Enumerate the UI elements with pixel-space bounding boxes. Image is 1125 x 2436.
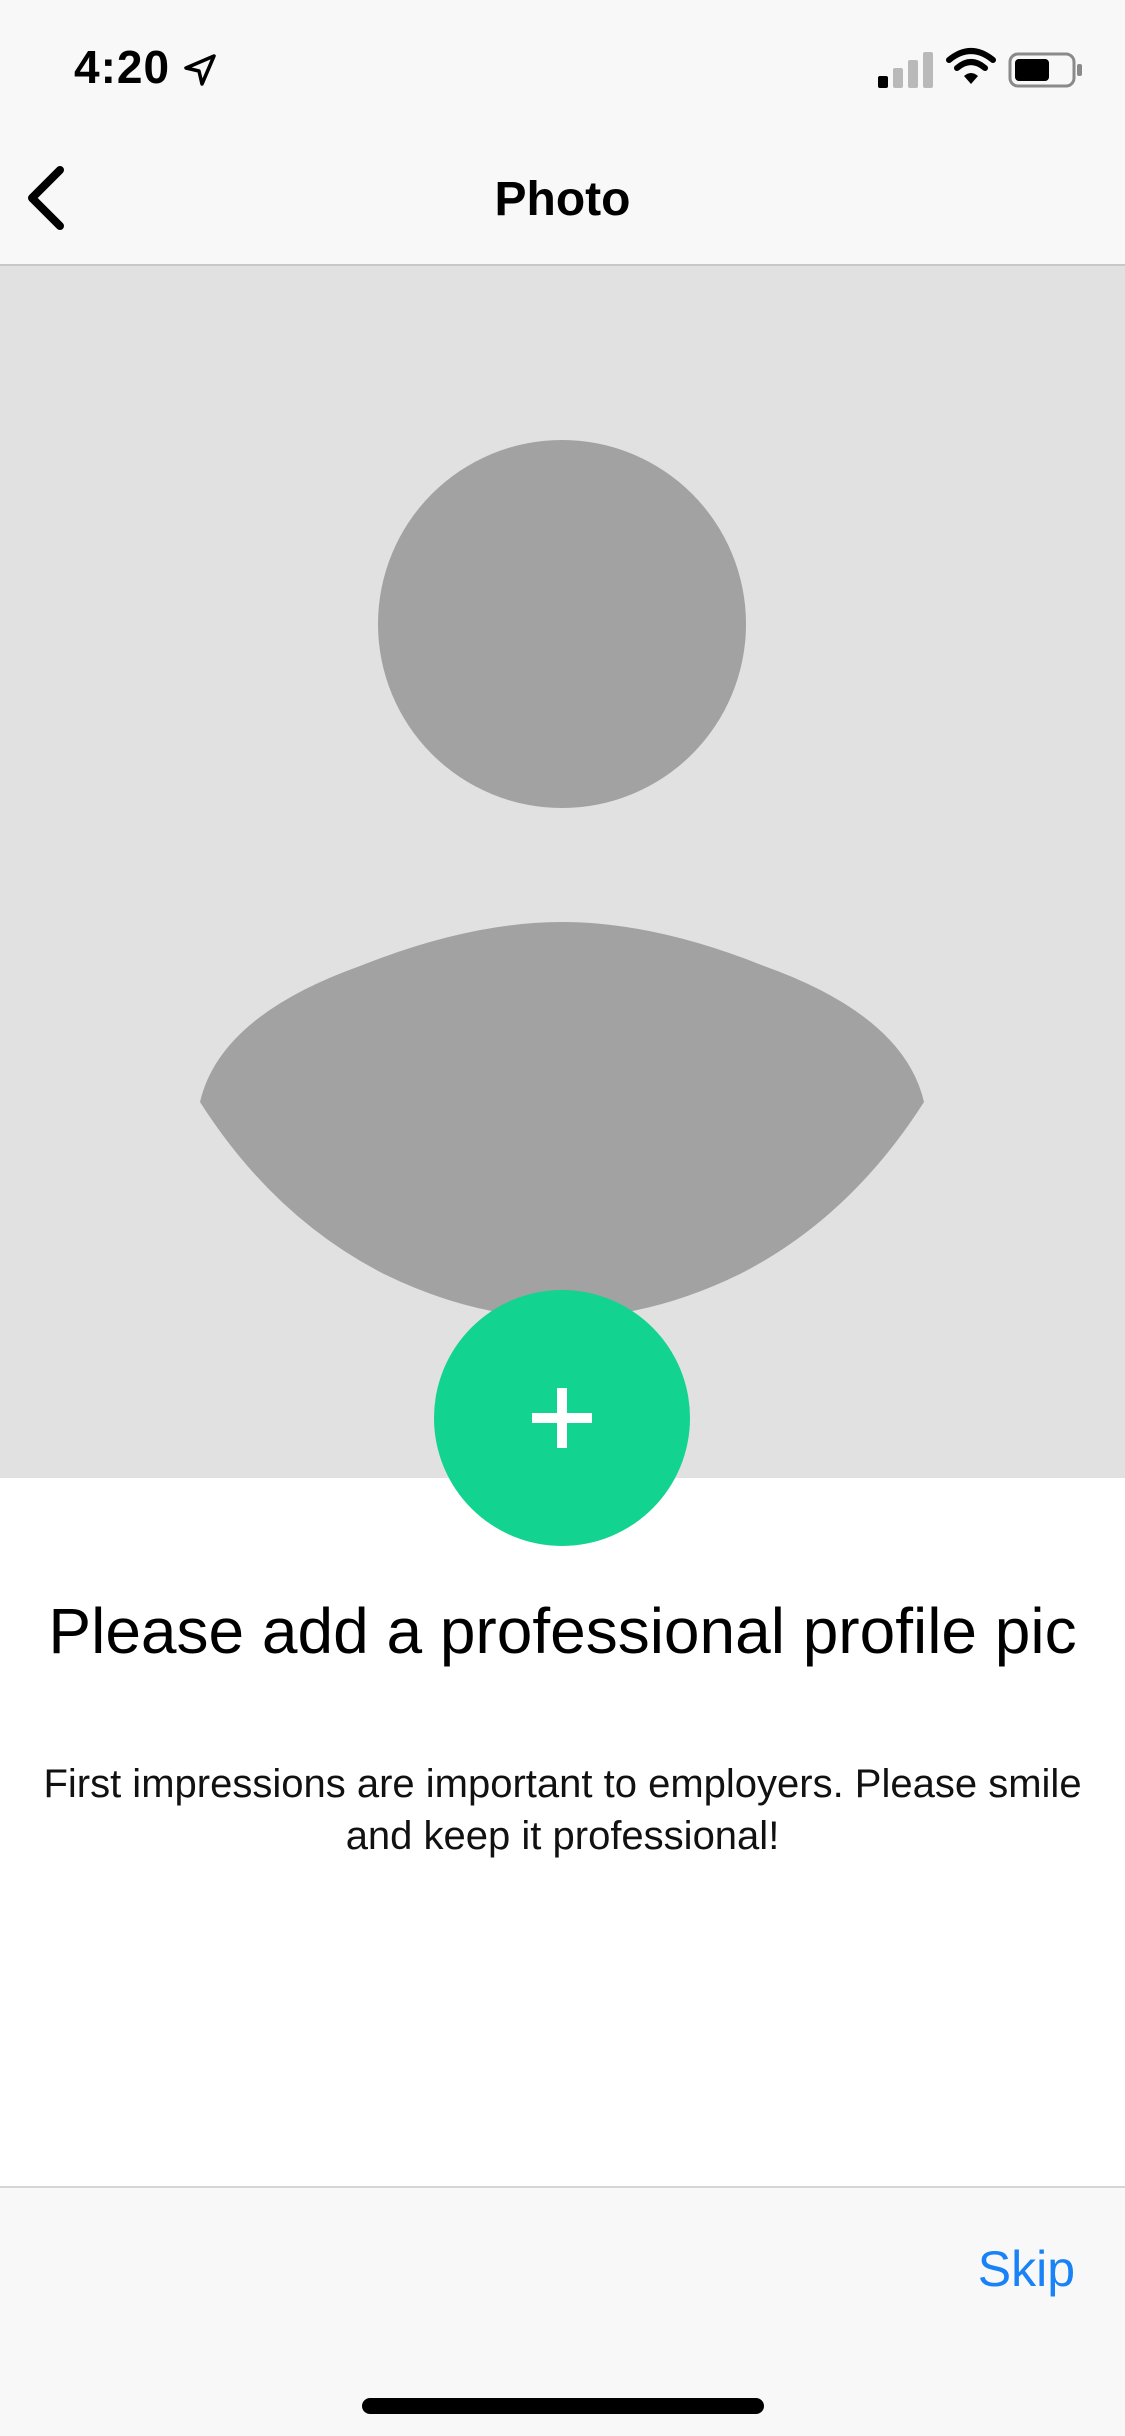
screen: 4:20 Photo Please add a professional pro… <box>0 0 1125 2436</box>
home-indicator <box>362 2398 764 2414</box>
cellular-signal-icon <box>878 52 933 88</box>
headline: Please add a professional profile pic <box>48 1595 1077 1667</box>
skip-button[interactable]: Skip <box>978 2240 1075 2298</box>
add-photo-button[interactable] <box>434 1290 690 1546</box>
wifi-icon <box>946 48 996 84</box>
battery-icon <box>1008 52 1082 88</box>
subtext: First impressions are important to emplo… <box>43 1762 1082 1858</box>
location-arrow-icon <box>184 54 216 86</box>
status-time: 4:20 <box>74 41 171 93</box>
nav-bar: Photo <box>0 132 1125 266</box>
status-bar: 4:20 <box>0 0 1125 132</box>
page-title: Photo <box>494 173 631 226</box>
plus-icon <box>532 1388 592 1448</box>
